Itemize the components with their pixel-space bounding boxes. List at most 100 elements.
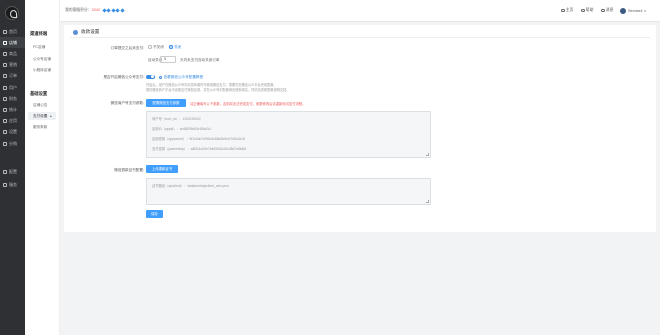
unpaid-label: 订单提交之后未支付: — [110, 46, 144, 50]
merchant-line: 商户号（mch_id）：1200219002 — [152, 117, 201, 121]
sub-item-wechat-store[interactable]: 公众号店铺 — [28, 55, 56, 63]
rail-item-label: 配置 — [9, 168, 17, 174]
sub-sidebar: 渠道终端 PC店铺 公众号店铺 小程序店铺 基础设置 店铺公告 支付设置 ▸ 服务… — [25, 0, 60, 335]
resize-grip-icon[interactable] — [426, 200, 429, 203]
sub-item-notice[interactable]: 店铺公告 — [28, 101, 56, 109]
page-title-text: 收款设置 — [81, 29, 100, 34]
upload-cert-button[interactable]: 上传退款证书 — [146, 165, 178, 173]
sub-item-label: 服务条款 — [33, 124, 48, 129]
rail-item-label: 应用 — [9, 118, 17, 124]
header-link-home[interactable]: 主页 — [561, 8, 573, 13]
info-icon — [159, 75, 162, 79]
rail-item[interactable]: 店铺 — [0, 37, 25, 49]
top-header: 我的客服积分：9242 主页 帮助 消息 Service1 ▾ — [60, 0, 660, 22]
wechat-pay-toggle[interactable] — [146, 74, 155, 79]
nav-icon — [3, 63, 7, 68]
rail-item[interactable]: 营销 — [0, 60, 25, 71]
nav-icon — [3, 40, 7, 45]
avatar — [620, 8, 626, 14]
sub-item-payment-settings[interactable]: 支付设置 ▸ — [28, 112, 56, 120]
header-link-label: 主页 — [565, 8, 574, 12]
nav-icon — [3, 119, 7, 124]
radio-label: 不关闭 — [153, 45, 164, 49]
rail-item[interactable]: 服务 — [0, 179, 25, 190]
radio-label: 关闭 — [174, 45, 182, 49]
cs-score: 我的客服积分：9242 — [65, 7, 125, 13]
header-link-help[interactable]: 帮助 — [581, 8, 593, 13]
cert-line: 证书路径（apiclient）：/data/cert/apiclient_cer… — [152, 184, 229, 188]
radio-close[interactable]: 关闭 — [169, 45, 181, 50]
merchant-params-label: 微信商户号支付参数: — [110, 101, 144, 105]
sub-group-title-basic: 基础设置 — [30, 91, 48, 96]
nav-icon — [3, 130, 7, 135]
diamond-icon — [120, 7, 125, 13]
resize-grip-icon[interactable] — [426, 153, 429, 156]
user-name: Service1 — [628, 9, 643, 13]
nav-icon — [3, 51, 7, 56]
sub-group-title-channels: 渠道终端 — [30, 31, 48, 36]
sub-item-label: 店铺公告 — [33, 102, 48, 107]
cs-score-label: 我的客服积分： — [65, 8, 92, 12]
rail-item[interactable]: 商品 — [0, 48, 25, 59]
close-suffix: 天内未支付自动关闭订单 — [180, 58, 220, 62]
sub-item-pc-store[interactable]: PC店铺 — [28, 43, 56, 51]
wechat-pay-label: 是否开启微信公众号支付: — [103, 75, 144, 79]
close-minutes-input[interactable]: 3 — [160, 56, 176, 63]
rail-item-label: 店铺 — [9, 39, 17, 45]
sub-item-terms[interactable]: 服务条款 — [28, 123, 56, 131]
rail-item[interactable]: 配置 — [0, 166, 25, 177]
help-icon — [581, 8, 585, 13]
rail-item-label: 分销 — [9, 140, 17, 146]
nav-icon — [3, 85, 7, 90]
merchant-line: 支付密钥（partnerkey）：a8f3c1d29e7b4650f2a19c3… — [152, 147, 247, 151]
page-title: 收款设置 — [73, 29, 99, 35]
nav-icon — [3, 107, 7, 112]
radio-checked-icon — [169, 45, 173, 49]
merchant-params-warning: 请正确填写以下参数，否则将无法完成支付，参数修改后请重新测试支付流程。 — [190, 102, 306, 106]
nav-icon — [3, 74, 7, 79]
nav-icon — [3, 141, 7, 146]
sub-item-label: 支付设置 — [33, 113, 48, 118]
rail-item-label: 用户 — [9, 84, 17, 90]
radio-icon — [148, 45, 152, 49]
radio-no-close[interactable]: 不关闭 — [148, 45, 164, 50]
divider — [70, 37, 650, 38]
wechat-tip-2: 需在微信商户平台中设置支付授权目录，并在公众号中配置网页授权域名，详情请查看配置… — [146, 88, 290, 92]
rail-item[interactable]: 应用 — [0, 116, 25, 127]
nav-icon — [3, 169, 7, 174]
bell-icon — [601, 8, 605, 13]
cert-textarea[interactable]: 证书路径（apiclient）：/data/cert/apiclient_cer… — [146, 178, 431, 205]
rail-item[interactable]: 财务 — [0, 93, 25, 104]
header-link-label: 消息 — [605, 8, 614, 12]
cs-score-value: 9242 — [91, 8, 101, 12]
header-link-label: 帮助 — [585, 8, 594, 12]
rail-item[interactable]: 用户 — [0, 82, 25, 93]
nav-icon — [3, 96, 7, 101]
header-link-messages[interactable]: 消息 — [601, 8, 613, 13]
caret-right-icon: ▸ — [50, 114, 52, 118]
configure-wechat-params-button[interactable]: 配置微信支付参数 — [146, 99, 186, 107]
rail-item[interactable]: 订单 — [0, 71, 25, 82]
rail-item[interactable]: 分销 — [0, 138, 25, 149]
home-icon — [561, 8, 565, 13]
save-button[interactable]: 保存 — [146, 210, 163, 218]
cert-label: 微信退款证书配置: — [114, 168, 144, 172]
user-menu[interactable]: Service1 ▾ — [620, 8, 646, 14]
rail-item-label: 财务 — [9, 95, 17, 101]
rail-item-label: 订单 — [9, 73, 17, 79]
app-logo[interactable] — [5, 6, 19, 20]
rail-item[interactable]: 设置 — [0, 127, 25, 138]
wechat-tutorial-link[interactable]: 查看微信公众号配置教程 — [159, 75, 203, 80]
rail-item-label: 服务 — [9, 181, 17, 187]
rail-item-label: 首页 — [9, 28, 17, 34]
nav-icon — [3, 29, 7, 34]
nav-icon — [3, 182, 7, 187]
merchant-params-textarea[interactable]: 商户号（mch_id）：1200219002 应用ID（appid）：wx882… — [146, 111, 431, 158]
sub-item-miniprogram-store[interactable]: 小程序店铺 — [28, 66, 56, 74]
wechat-tutorial-link-text: 查看微信公众号配置教程 — [163, 75, 204, 79]
rail-item[interactable]: 统计 — [0, 104, 25, 115]
user-icon — [73, 29, 78, 35]
rail-item[interactable]: 首页 — [0, 26, 25, 37]
merchant-line: 应用ID（appid）：wx8829fb62e1f8a2c1 — [152, 127, 212, 131]
main-nav-rail: 首页店铺商品 营销订单用户财务统计应用设置分销配置服务 — [0, 0, 25, 335]
